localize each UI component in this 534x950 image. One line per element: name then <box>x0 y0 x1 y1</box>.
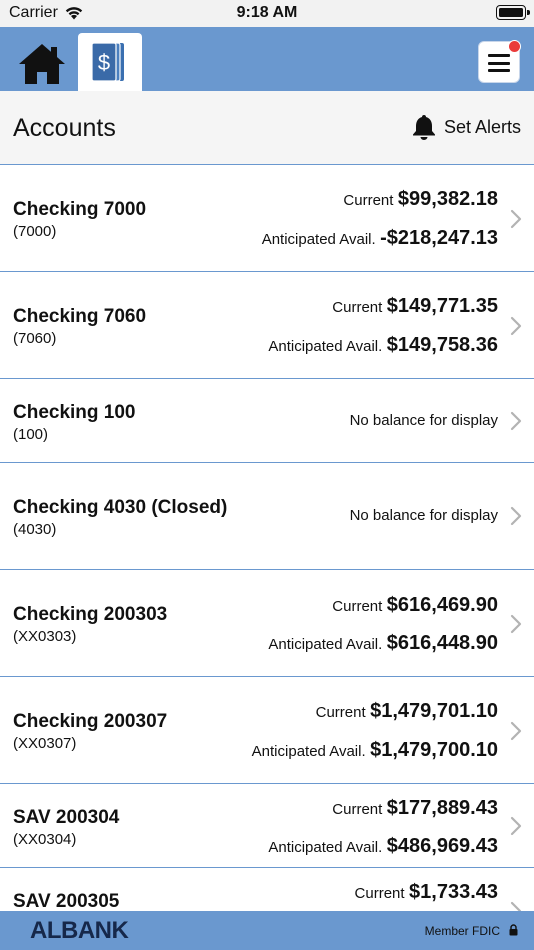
account-row[interactable]: Checking 4030 (Closed) (4030) No balance… <box>0 463 534 570</box>
svg-text:$: $ <box>98 50 110 75</box>
notification-badge <box>508 40 521 53</box>
account-row[interactable]: Checking 200303 (XX0303) Current $616,46… <box>0 570 534 677</box>
page-title: Accounts <box>13 114 116 142</box>
anticipated-balance: Anticipated Avail. $149,758.36 <box>268 334 498 357</box>
account-name: SAV 200305 <box>13 891 120 912</box>
home-button[interactable] <box>17 42 73 88</box>
accounts-tab[interactable]: $ <box>78 33 142 91</box>
account-number: (7000) <box>13 223 57 240</box>
current-balance: Current $1,479,701.10 <box>316 700 498 723</box>
no-balance-text: No balance for display <box>349 507 498 524</box>
current-label: Current <box>332 801 383 818</box>
account-number: (4030) <box>13 521 57 538</box>
anticipated-balance: Anticipated Avail. $1,479,700.10 <box>252 739 498 762</box>
anticipated-balance: Anticipated Avail. -$218,247.13 <box>262 227 498 250</box>
account-name: SAV 200304 <box>13 807 120 828</box>
footer: ALBANK Member FDIC <box>0 911 534 950</box>
anticipated-value: $616,448.90 <box>386 632 498 654</box>
albank-logo: ALBANK <box>30 917 129 944</box>
current-balance: Current $99,382.18 <box>343 188 498 211</box>
anticipated-value: $486,969.43 <box>386 835 498 857</box>
anticipated-value: $1,479,700.10 <box>370 739 498 761</box>
hamburger-menu-icon <box>488 54 510 72</box>
current-balance: Current $149,771.35 <box>332 295 498 318</box>
chevron-right-icon <box>510 721 522 741</box>
current-balance: Current $1,733.43 <box>355 881 498 904</box>
current-value: $1,733.43 <box>409 881 498 903</box>
clock: 9:18 AM <box>236 4 298 21</box>
status-bar: Carrier 9:18 AM <box>0 0 534 27</box>
chevron-right-icon <box>510 316 522 336</box>
account-number: (100) <box>13 426 49 443</box>
anticipated-label: Anticipated Avail. <box>268 636 383 653</box>
page-header: Accounts Set Alerts <box>0 91 534 165</box>
bell-icon <box>412 115 435 140</box>
anticipated-balance: Anticipated Avail. $616,448.90 <box>268 632 498 655</box>
account-number: (XX0304) <box>13 831 77 848</box>
account-name: Checking 7060 <box>13 306 147 327</box>
current-value: $1,479,701.10 <box>370 700 498 722</box>
account-number: (7060) <box>13 330 57 347</box>
member-fdic-label: Member FDIC <box>424 924 500 938</box>
account-list: Checking 7000 (7000) Current $99,382.18 … <box>0 165 534 928</box>
anticipated-value: -$218,247.13 <box>380 227 498 249</box>
lock-icon <box>509 924 518 936</box>
home-icon <box>19 44 65 84</box>
current-label: Current <box>332 299 383 316</box>
chevron-right-icon <box>510 411 522 431</box>
anticipated-label: Anticipated Avail. <box>268 839 383 856</box>
current-value: $99,382.18 <box>397 188 498 210</box>
nav-bar: $ <box>0 27 534 91</box>
account-name: Checking 7000 <box>13 199 147 220</box>
current-label: Current <box>343 192 394 209</box>
anticipated-label: Anticipated Avail. <box>251 743 366 760</box>
account-name: Checking 200307 <box>13 711 168 732</box>
set-alerts-button[interactable]: Set Alerts <box>412 114 521 140</box>
current-value: $616,469.90 <box>386 594 498 616</box>
no-balance-text: No balance for display <box>349 412 498 429</box>
current-balance: Current $177,889.43 <box>332 797 498 820</box>
chevron-right-icon <box>510 209 522 229</box>
account-row[interactable]: Checking 7060 (7060) Current $149,771.35… <box>0 272 534 379</box>
account-number: (XX0307) <box>13 735 77 752</box>
dollar-cards-icon: $ <box>91 42 124 82</box>
chevron-right-icon <box>510 614 522 634</box>
battery-icon <box>496 5 530 20</box>
anticipated-value: $149,758.36 <box>386 334 498 356</box>
chevron-right-icon <box>510 816 522 836</box>
set-alerts-label: Set Alerts <box>443 116 521 137</box>
chevron-right-icon <box>510 506 522 526</box>
account-name: Checking 100 <box>13 402 136 423</box>
anticipated-label: Anticipated Avail. <box>268 338 383 355</box>
current-label: Current <box>332 598 383 615</box>
anticipated-balance: Anticipated Avail. $486,969.43 <box>268 835 498 858</box>
current-label: Current <box>354 885 405 902</box>
account-row[interactable]: Checking 100 (100) No balance for displa… <box>0 379 534 463</box>
account-row[interactable]: SAV 200304 (XX0304) Current $177,889.43 … <box>0 784 534 868</box>
current-balance: Current $616,469.90 <box>332 594 498 617</box>
anticipated-label: Anticipated Avail. <box>261 231 376 248</box>
current-value: $149,771.35 <box>386 295 498 317</box>
account-row[interactable]: Checking 200307 (XX0307) Current $1,479,… <box>0 677 534 784</box>
account-name: Checking 4030 (Closed) <box>13 497 228 518</box>
current-value: $177,889.43 <box>386 797 498 819</box>
current-label: Current <box>315 704 366 721</box>
account-row[interactable]: Checking 7000 (7000) Current $99,382.18 … <box>0 165 534 272</box>
account-name: Checking 200303 <box>13 604 168 625</box>
account-number: (XX0303) <box>13 628 77 645</box>
